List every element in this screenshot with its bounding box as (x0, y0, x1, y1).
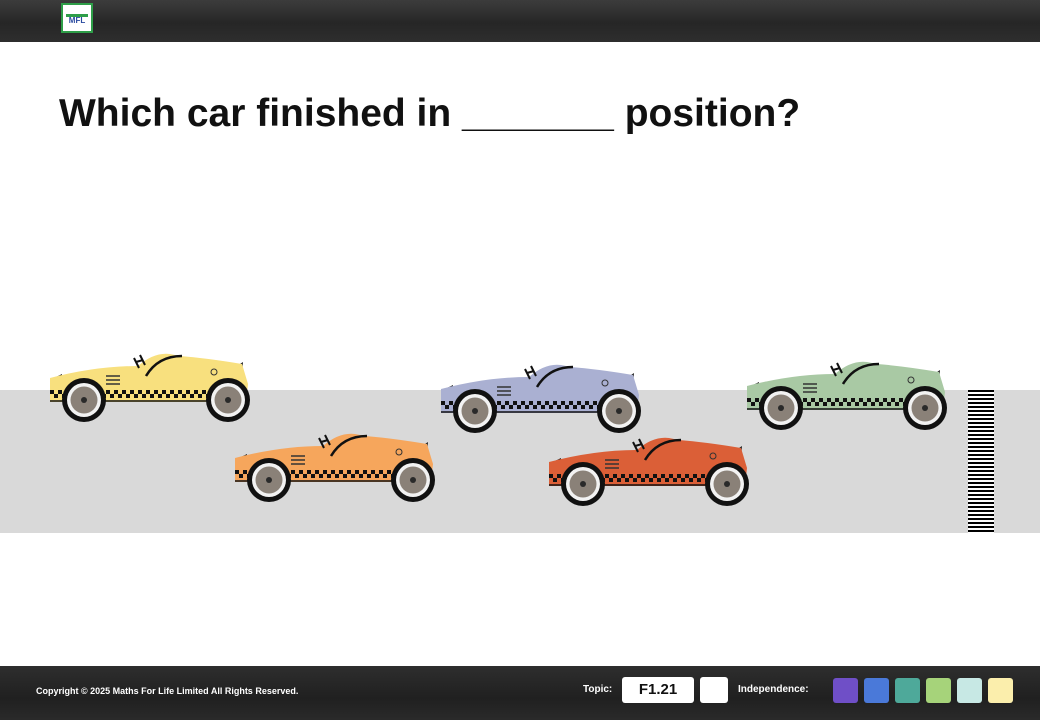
independence-label: Independence: (738, 684, 809, 695)
car-wheel (247, 458, 291, 502)
copyright-text: Copyright © 2025 Maths For Life Limited … (36, 686, 299, 696)
car-wheel (903, 386, 947, 430)
independence-swatch-1 (833, 678, 858, 703)
car-wheel (62, 378, 106, 422)
car-wheel (561, 462, 605, 506)
logo-graphic: MFL (66, 14, 88, 25)
car-wheel (759, 386, 803, 430)
independence-swatch-6 (988, 678, 1013, 703)
independence-swatches (833, 678, 1013, 703)
car-blue[interactable] (437, 363, 643, 437)
car-wheel (206, 378, 250, 422)
independence-swatch-3 (895, 678, 920, 703)
car-green[interactable] (743, 360, 949, 434)
car-wheel (705, 462, 749, 506)
top-bar: MFL (0, 0, 1040, 42)
mfl-logo: MFL (61, 3, 93, 33)
question-text: Which car finished in _______ position? (59, 92, 801, 135)
logo-text: MFL (69, 16, 86, 25)
independence-swatch-4 (926, 678, 951, 703)
independence-swatch-2 (864, 678, 889, 703)
finish-line (968, 390, 994, 533)
independence-swatch-5 (957, 678, 982, 703)
car-red[interactable] (545, 436, 751, 510)
car-wheel (597, 389, 641, 433)
car-wheel (391, 458, 435, 502)
car-orange[interactable] (231, 432, 437, 506)
car-yellow[interactable] (46, 352, 252, 426)
topic-label: Topic: (583, 684, 613, 695)
car-wheel (453, 389, 497, 433)
topic-blank-box (700, 677, 728, 703)
topic-code-box: F1.21 (622, 677, 694, 703)
